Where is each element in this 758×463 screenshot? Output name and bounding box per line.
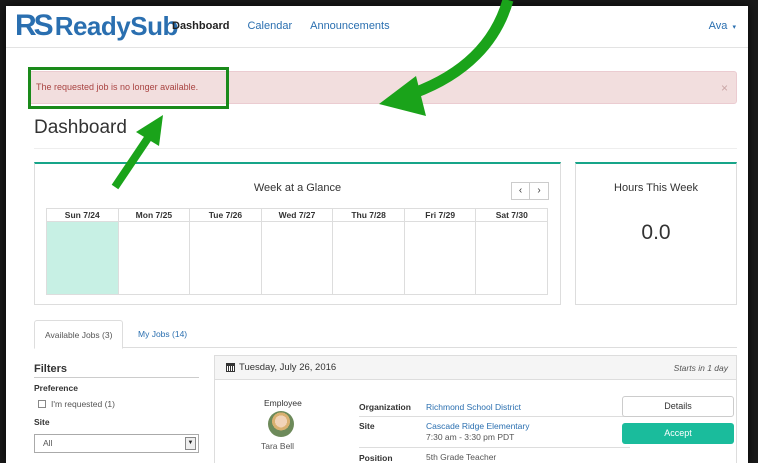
title-divider — [34, 148, 737, 149]
day-cell — [47, 222, 118, 294]
site-label: Site — [359, 421, 375, 431]
requested-filter-label: I'm requested (1) — [51, 399, 115, 409]
job-card-header: Tuesday, July 26, 2016 Starts in 1 day — [215, 356, 736, 380]
site-filter-label: Site — [34, 417, 50, 427]
detail-divider — [359, 447, 630, 448]
calendar-icon — [226, 363, 235, 372]
job-date-text: Tuesday, July 26, 2016 — [239, 362, 337, 373]
prev-week-button[interactable]: ‹ — [511, 182, 530, 200]
day-header: Wed 7/27 — [261, 208, 333, 222]
dropdown-arrow-icon: ▼ — [185, 437, 196, 450]
position-label: Position — [359, 453, 393, 463]
calendar-day[interactable]: Fri 7/29 — [404, 208, 477, 294]
details-button[interactable]: Details — [622, 396, 734, 417]
day-cell — [476, 222, 547, 294]
day-cell — [190, 222, 261, 294]
position-value: 5th Grade Teacher — [426, 452, 497, 462]
organization-label: Organization — [359, 402, 411, 412]
next-week-button[interactable]: › — [530, 182, 549, 200]
calendar-day[interactable]: Tue 7/26 — [190, 208, 262, 294]
site-select-value: All — [43, 438, 53, 448]
chevron-down-icon: ▾ — [732, 24, 736, 31]
browser-frame: RS ReadySub Dashboard Calendar Announcem… — [6, 6, 748, 463]
day-header: Thu 7/28 — [333, 208, 404, 222]
day-cell — [405, 222, 476, 294]
top-navbar: RS ReadySub Dashboard Calendar Announcem… — [6, 6, 748, 48]
main-nav: Dashboard Calendar Announcements — [172, 20, 390, 32]
calendar-day[interactable]: Sat 7/30 — [476, 208, 549, 294]
job-date: Tuesday, July 26, 2016 — [226, 362, 336, 373]
annotation-highlight-box — [28, 67, 229, 109]
day-header: Sat 7/30 — [476, 208, 548, 222]
week-panel-title: Week at a Glance — [253, 182, 342, 194]
job-starts-in: Starts in 1 day — [673, 363, 728, 373]
avatar — [268, 411, 294, 437]
employee-name: Tara Bell — [261, 441, 295, 451]
job-time: 7:30 am - 3:30 pm PDT — [426, 432, 515, 442]
day-cell — [119, 222, 190, 294]
accept-button[interactable]: Accept — [622, 423, 734, 444]
employee-label: Employee — [264, 398, 302, 408]
requested-filter-checkbox[interactable]: I'm requested (1) — [38, 399, 115, 409]
day-cell — [262, 222, 333, 294]
readysub-logo[interactable]: RS ReadySub — [15, 10, 178, 42]
nav-dashboard[interactable]: Dashboard — [172, 20, 229, 32]
day-header: Fri 7/29 — [404, 208, 476, 222]
calendar-day[interactable]: Sun 7/24 — [47, 208, 119, 294]
user-name: Ava — [708, 20, 728, 32]
tab-available-jobs[interactable]: Available Jobs (3) — [34, 320, 124, 349]
hours-panel-title: Hours This Week — [614, 182, 698, 194]
organization-link[interactable]: Richmond School District — [426, 402, 521, 412]
week-nav-group: ‹ › — [511, 182, 549, 200]
nav-calendar[interactable]: Calendar — [247, 20, 292, 32]
logo-wordmark: ReadySub — [54, 11, 179, 41]
page-title: Dashboard — [34, 117, 127, 138]
hours-this-week-panel: Hours This Week 0.0 — [575, 162, 737, 305]
filters-heading: Filters — [34, 363, 68, 375]
day-cell — [333, 222, 404, 294]
week-at-a-glance-panel: Week at a Glance ‹ › Sun 7/24 Mon 7/25 T… — [34, 162, 561, 305]
calendar-day[interactable]: Thu 7/28 — [333, 208, 405, 294]
site-link[interactable]: Cascade Ridge Elementary — [426, 421, 529, 431]
calendar-day[interactable]: Wed 7/27 — [261, 208, 334, 294]
jobs-tabs: Available Jobs (3) My Jobs (14) — [34, 320, 737, 349]
filters-divider — [34, 377, 199, 378]
nav-announcements[interactable]: Announcements — [310, 20, 390, 32]
preference-label: Preference — [34, 383, 78, 393]
hours-value: 0.0 — [641, 221, 671, 244]
detail-divider — [359, 416, 630, 417]
user-menu[interactable]: Ava ▾ — [709, 20, 736, 32]
day-header: Mon 7/25 — [118, 208, 190, 222]
close-icon[interactable]: × — [721, 81, 728, 95]
week-calendar: Sun 7/24 Mon 7/25 Tue 7/26 Wed 7/27 Thu … — [46, 208, 549, 295]
day-header: Sun 7/24 — [47, 208, 118, 222]
tab-my-jobs[interactable]: My Jobs (14) — [128, 320, 197, 349]
logo-rs-mark: RS — [15, 9, 54, 42]
checkbox-icon — [38, 400, 46, 408]
job-card: Tuesday, July 26, 2016 Starts in 1 day E… — [214, 355, 737, 463]
day-header: Tue 7/26 — [190, 208, 261, 222]
site-select[interactable]: All ▼ — [34, 434, 199, 453]
calendar-day[interactable]: Mon 7/25 — [118, 208, 191, 294]
